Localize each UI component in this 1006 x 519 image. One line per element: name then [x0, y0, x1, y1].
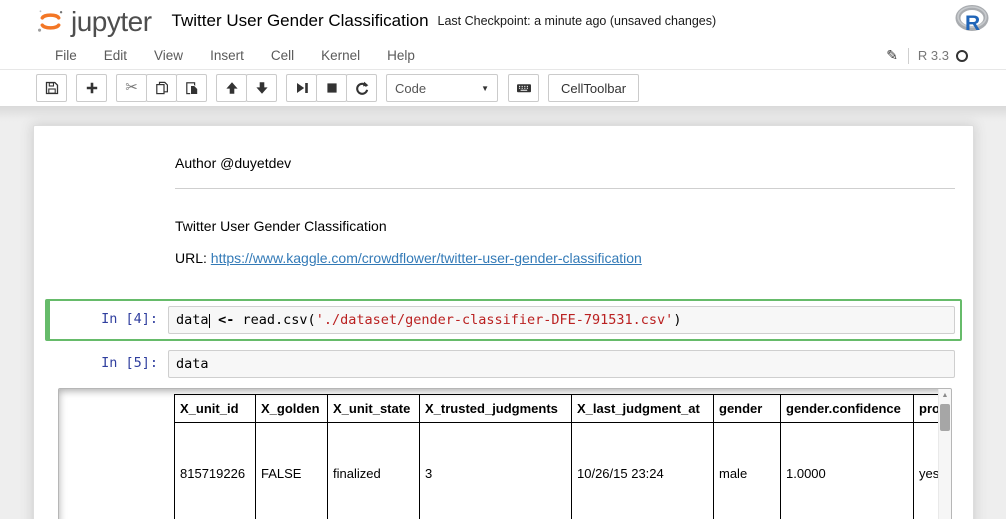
col-header: X_golden	[256, 395, 328, 423]
code-string-literal: './dataset/gender-classifier-DFE-791531.…	[316, 312, 674, 328]
kernel-name: R 3.3	[918, 48, 949, 63]
table-row: 815719226 FALSE finalized 3 10/26/15 23:…	[175, 423, 953, 519]
col-header: X_unit_id	[175, 395, 256, 423]
input-prompt-4: In [4]:	[55, 306, 168, 334]
notebook-site: Author @duyetdev Twitter User Gender Cla…	[0, 106, 1006, 519]
code-close-paren: )	[673, 312, 681, 328]
header-bar: jupyter Twitter User Gender Classificati…	[0, 0, 1006, 42]
scrollbar-up-arrow-icon[interactable]: ▲	[939, 389, 951, 402]
url-line: URL: https://www.kaggle.com/crowdflower/…	[175, 250, 955, 266]
code-assign-operator: <-	[210, 312, 243, 328]
move-cell-down-button[interactable]	[246, 74, 277, 102]
code-variable: data	[176, 356, 209, 372]
menubar-right: ✎ R 3.3	[886, 47, 968, 64]
interrupt-kernel-button[interactable]	[316, 74, 347, 102]
col-header: gender.confidence	[781, 395, 914, 423]
code-cell-4[interactable]: In [4]: data <- read.csv('./dataset/gend…	[45, 299, 962, 341]
markdown-cell-intro[interactable]: Twitter User Gender Classification URL: …	[45, 196, 962, 289]
kaggle-dataset-link[interactable]: https://www.kaggle.com/crowdflower/twitt…	[211, 250, 642, 266]
notebook-title[interactable]: Twitter User Gender Classification	[172, 11, 429, 31]
table-cell: finalized	[328, 423, 420, 519]
author-text: Author @duyetdev	[175, 155, 955, 171]
chevron-down-icon: ▼	[481, 84, 489, 93]
code-editor-5[interactable]: data	[168, 350, 955, 378]
move-cell-up-button[interactable]	[216, 74, 247, 102]
divider	[908, 48, 909, 64]
code-variable: data	[176, 312, 209, 328]
restart-kernel-button[interactable]	[346, 74, 377, 102]
cell-type-value: Code	[395, 81, 426, 96]
table-cell: 1.0000	[781, 423, 914, 519]
input-prompt-5: In [5]:	[55, 350, 168, 378]
scissors-icon: ✂	[125, 81, 138, 95]
table-header-row: X_unit_id X_golden X_unit_state X_truste…	[175, 395, 953, 423]
keyboard-icon	[516, 81, 532, 95]
table-cell: FALSE	[256, 423, 328, 519]
output-scroll-area[interactable]: X_unit_id X_golden X_unit_state X_truste…	[58, 388, 952, 519]
col-header: X_unit_state	[328, 395, 420, 423]
table-cell: 815719226	[175, 423, 256, 519]
command-palette-button[interactable]	[508, 74, 539, 102]
jupyter-logo-icon	[35, 6, 66, 37]
code-editor-4[interactable]: data <- read.csv('./dataset/gender-class…	[168, 306, 955, 334]
menu-cell[interactable]: Cell	[271, 48, 294, 63]
markdown-cell-author[interactable]: Author @duyetdev	[45, 139, 962, 196]
dataframe-output-table: X_unit_id X_golden X_unit_state X_truste…	[174, 394, 952, 519]
table-cell: male	[714, 423, 781, 519]
table-cell: 3	[420, 423, 572, 519]
insert-cell-below-button[interactable]	[76, 74, 107, 102]
arrow-up-icon	[225, 81, 239, 95]
run-cell-button[interactable]	[286, 74, 317, 102]
cell-type-select[interactable]: Code ▼	[386, 74, 498, 102]
svg-text:R: R	[965, 12, 980, 35]
copy-cells-button[interactable]	[146, 74, 177, 102]
menu-file[interactable]: File	[55, 48, 77, 63]
code-function-call: read.csv(	[243, 312, 316, 328]
cut-cells-button[interactable]: ✂	[116, 74, 147, 102]
table-cell: 10/26/15 23:24	[572, 423, 714, 519]
celltoolbar-button[interactable]: CellToolbar	[548, 74, 639, 102]
url-label: URL:	[175, 250, 211, 266]
menu-help[interactable]: Help	[387, 48, 415, 63]
intro-title-text: Twitter User Gender Classification	[175, 218, 955, 234]
save-button[interactable]	[36, 74, 67, 102]
menu-kernel[interactable]: Kernel	[321, 48, 360, 63]
arrow-down-icon	[255, 81, 269, 95]
col-header: gender	[714, 395, 781, 423]
jupyter-logo[interactable]: jupyter	[35, 6, 152, 37]
plus-icon	[85, 81, 99, 95]
copy-icon	[155, 81, 169, 95]
menu-view[interactable]: View	[154, 48, 183, 63]
r-kernel-logo-icon: R	[954, 3, 990, 39]
cell-prompt-empty	[55, 146, 168, 189]
col-header: X_trusted_judgments	[420, 395, 572, 423]
menu-edit[interactable]: Edit	[104, 48, 127, 63]
checkpoint-status: Last Checkpoint: a minute ago (unsaved c…	[438, 14, 717, 28]
paste-icon	[185, 81, 199, 95]
run-icon	[295, 81, 309, 95]
toolbar: ✂	[0, 70, 1006, 106]
save-icon	[45, 81, 59, 95]
jupyter-logo-text: jupyter	[71, 7, 152, 37]
kernel-idle-indicator-icon	[956, 50, 968, 62]
markdown-divider	[175, 188, 955, 189]
menubar: File Edit View Insert Cell Kernel Help ✎…	[0, 42, 1006, 70]
cell-prompt-empty	[55, 203, 168, 282]
app-chrome: jupyter Twitter User Gender Classificati…	[0, 0, 1006, 106]
code-cell-5[interactable]: In [5]: data	[45, 343, 962, 385]
stop-icon	[325, 81, 339, 95]
paste-cells-button[interactable]	[176, 74, 207, 102]
edit-mode-pencil-icon: ✎	[886, 47, 898, 64]
menu-insert[interactable]: Insert	[210, 48, 244, 63]
output-vertical-scrollbar[interactable]: ▲	[938, 389, 951, 519]
scrollbar-thumb[interactable]	[940, 404, 950, 431]
notebook-container: Author @duyetdev Twitter User Gender Cla…	[33, 125, 974, 519]
col-header: X_last_judgment_at	[572, 395, 714, 423]
restart-icon	[355, 81, 369, 95]
